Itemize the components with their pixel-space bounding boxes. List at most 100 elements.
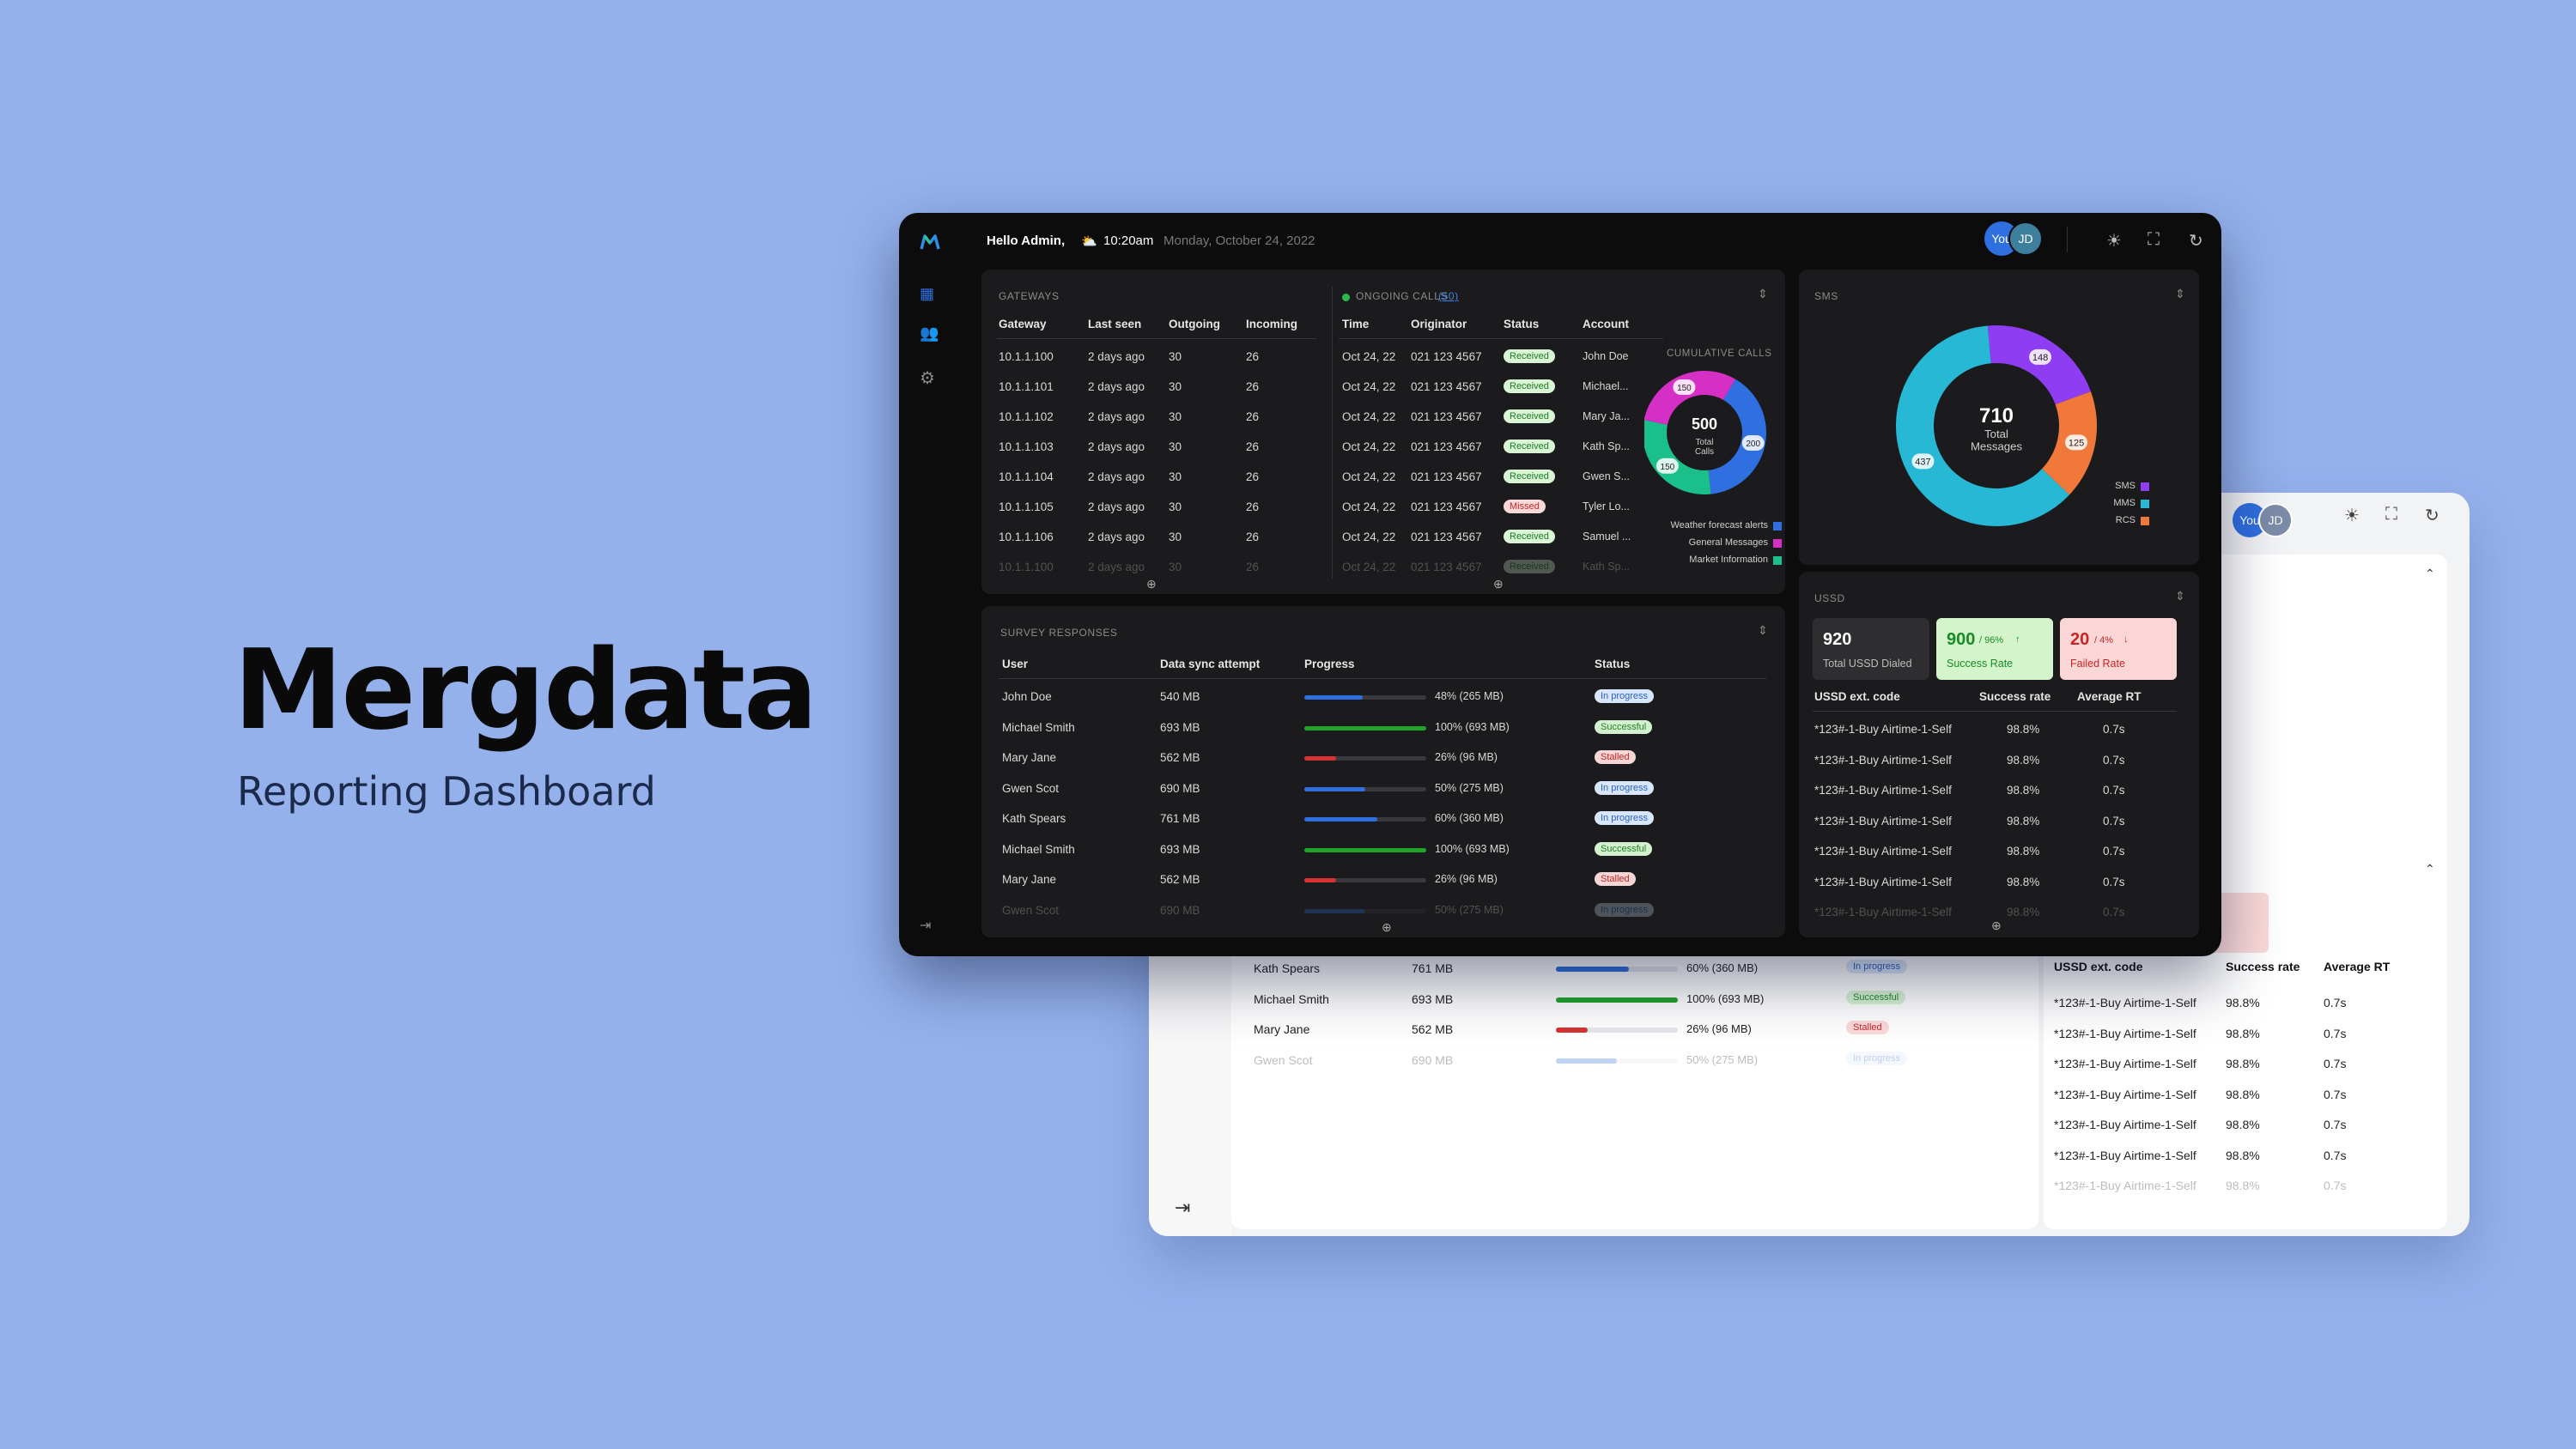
fullscreen-icon[interactable]: ⛶	[2148, 230, 2160, 250]
call-row[interactable]: Oct 24, 22 021 123 4567 Received Gwen S...	[981, 470, 1668, 496]
dashboard-icon[interactable]: ▦	[920, 285, 934, 303]
call-row[interactable]: Oct 24, 22 021 123 4567 Missed Tyler Lo...	[981, 500, 1668, 526]
light-survey-progress-bar	[1556, 997, 1678, 1003]
survey-row[interactable]: Kath Spears 761 MB 60% (360 MB) In progress	[981, 811, 1780, 838]
logout-icon[interactable]: ⇥	[920, 917, 931, 934]
ussd-row[interactable]: *123#-1-Buy Airtime-1-Self 98.8% 0.7s	[1799, 723, 2194, 749]
weather-icon: ⛅	[1081, 234, 1097, 249]
refresh-icon[interactable]: ↻	[2189, 230, 2203, 252]
gateways-column-header[interactable]: Outgoing	[1169, 318, 1220, 330]
ussd-cell: 0.7s	[2103, 845, 2125, 858]
calls-column-header[interactable]: Account	[1583, 318, 1629, 330]
ussd-column-header[interactable]: USSD ext. code	[1814, 690, 1900, 703]
survey-scroll-down-icon[interactable]: ⊕	[1382, 920, 1392, 935]
call-originator: 021 123 4567	[1411, 350, 1482, 363]
ussd-row[interactable]: *123#-1-Buy Airtime-1-Self 98.8% 0.7s	[1799, 815, 2194, 840]
theme-toggle-icon[interactable]: ☀	[2106, 230, 2122, 252]
light-survey-row[interactable]: Gwen Scot 690 MB 50% (275 MB) In progress	[1231, 1046, 2038, 1077]
avatar-jd[interactable]: JD	[2258, 503, 2293, 537]
survey-progress-fill	[1304, 786, 1365, 791]
survey-row[interactable]: Michael Smith 693 MB 100% (693 MB) Successf…	[981, 841, 1780, 869]
call-row[interactable]: Oct 24, 22 021 123 4567 Received John Doe	[981, 349, 1668, 376]
call-row[interactable]: Oct 24, 22 021 123 4567 Received Kath Sp...	[981, 440, 1668, 466]
ussd-header-divider	[1813, 711, 2177, 712]
gateways-column-header[interactable]: Incoming	[1246, 318, 1297, 330]
survey-label: SURVEY RESPONSES	[1000, 627, 1118, 639]
avatar-jd[interactable]: JD	[2008, 221, 2043, 256]
survey-row[interactable]: Mary Jane 562 MB 26% (96 MB) Stalled	[981, 750, 1780, 777]
survey-row[interactable]: Gwen Scot 690 MB 50% (275 MB) In progress	[981, 780, 1780, 808]
survey-column-header[interactable]: Data sync attempt	[1160, 658, 1260, 670]
refresh-icon[interactable]: ↻	[2425, 505, 2439, 526]
ussd-row[interactable]: *123#-1-Buy Airtime-1-Self 98.8% 0.7s	[1799, 845, 2194, 870]
ussd-cell: *123#-1-Buy Airtime-1-Self	[1814, 753, 1952, 767]
ussd-row[interactable]: *123#-1-Buy Airtime-1-Self 98.8% 0.7s	[1799, 754, 2194, 779]
light-ussd-row[interactable]: *123#-1-Buy Airtime-1-Self 98.8% 0.7s	[2044, 1142, 2447, 1173]
light-ussd-row[interactable]: *123#-1-Buy Airtime-1-Self 98.8% 0.7s	[2044, 1111, 2447, 1142]
mergdata-logo[interactable]	[920, 233, 940, 251]
light-ussd-row[interactable]: *123#-1-Buy Airtime-1-Self 98.8% 0.7s	[2044, 1050, 2447, 1081]
ussd-row[interactable]: *123#-1-Buy Airtime-1-Self 98.8% 0.7s	[1799, 876, 2194, 901]
call-account: Kath Sp...	[1583, 561, 1630, 573]
gateways-column-header[interactable]: Last seen	[1088, 318, 1141, 330]
survey-row[interactable]: Michael Smith 693 MB 100% (693 MB) Successf…	[981, 719, 1780, 747]
light-survey-size: 693 MB	[1412, 991, 1454, 1006]
calls-scroll-down-icon[interactable]: ⊕	[1493, 577, 1504, 591]
light-ussd-rt: 0.7s	[2324, 1026, 2347, 1040]
survey-progress-fill	[1304, 756, 1336, 761]
light-sort-icon[interactable]: ⌃	[2425, 567, 2435, 581]
settings-gear-icon[interactable]: ⚙	[920, 367, 935, 389]
calls-column-header[interactable]: Originator	[1411, 318, 1467, 330]
light-survey-user: Kath Spears	[1254, 961, 1321, 975]
light-ussd-row[interactable]: *123#-1-Buy Airtime-1-Self 98.8% 0.7s	[2044, 989, 2447, 1020]
survey-status-badge: In progress	[1595, 902, 1655, 917]
survey-progress-text: 50% (275 MB)	[1435, 781, 1504, 794]
survey-column-header[interactable]: Progress	[1304, 658, 1355, 670]
call-row[interactable]: Oct 24, 22 021 123 4567 Received Kath Sp...	[981, 560, 1668, 586]
survey-column-header[interactable]: User	[1002, 658, 1028, 670]
fullscreen-icon[interactable]: ⛶	[2385, 505, 2397, 524]
light-ussd-sort-icon[interactable]: ⌃	[2425, 862, 2435, 876]
gateways-column-header[interactable]: Gateway	[999, 318, 1047, 330]
ussd-column-header[interactable]: Average RT	[2077, 690, 2142, 703]
light-survey-row[interactable]: Kath Spears 761 MB 60% (360 MB) In progress	[1231, 955, 2038, 985]
survey-progress-text: 26% (96 MB)	[1435, 751, 1498, 763]
call-time: Oct 24, 22	[1342, 380, 1396, 393]
survey-progress-bar	[1304, 817, 1426, 822]
ussd-scroll-down-icon[interactable]: ⊕	[1991, 919, 2002, 933]
survey-user: Gwen Scot	[1002, 903, 1060, 917]
light-survey-progress-text: 50% (275 MB)	[1686, 1052, 1759, 1066]
light-survey-row[interactable]: Mary Jane 562 MB 26% (96 MB) Stalled	[1231, 1016, 2038, 1046]
calls-column-header[interactable]: Status	[1504, 318, 1539, 330]
survey-row[interactable]: Gwen Scot 690 MB 50% (275 MB) In progress	[981, 902, 1780, 930]
call-row[interactable]: Oct 24, 22 021 123 4567 Received Michael...	[981, 379, 1668, 406]
call-time: Oct 24, 22	[1342, 500, 1396, 513]
survey-status-badge: In progress	[1595, 780, 1655, 795]
survey-sort-icon[interactable]: ⇕	[1758, 623, 1768, 638]
survey-row[interactable]: John Doe 540 MB 48% (265 MB) In progress	[981, 689, 1780, 716]
survey-column-header[interactable]: Status	[1595, 658, 1630, 670]
light-ussd-row[interactable]: *123#-1-Buy Airtime-1-Self 98.8% 0.7s	[2044, 1081, 2447, 1112]
light-ussd-row[interactable]: *123#-1-Buy Airtime-1-Self 98.8% 0.7s	[2044, 1020, 2447, 1051]
ussd-row[interactable]: *123#-1-Buy Airtime-1-Self 98.8% 0.7s	[1799, 784, 2194, 809]
call-originator: 021 123 4567	[1411, 440, 1482, 453]
users-icon[interactable]: 👥	[920, 324, 939, 343]
ongoing-calls-count[interactable]: (50)	[1438, 290, 1459, 302]
donut-value-label: 148	[2032, 353, 2048, 363]
call-account: Mary Ja...	[1583, 410, 1630, 422]
calls-sort-icon[interactable]: ⇕	[1758, 287, 1768, 301]
sms-sort-icon[interactable]: ⇕	[2175, 287, 2185, 301]
light-ussd-row[interactable]: *123#-1-Buy Airtime-1-Self 98.8% 0.7s	[2044, 1172, 2447, 1203]
light-survey-status-badge: Stalled	[1846, 1021, 1889, 1034]
call-row[interactable]: Oct 24, 22 021 123 4567 Received Mary Ja...	[981, 409, 1668, 436]
calls-column-header[interactable]: Time	[1342, 318, 1369, 330]
ussd-cell: 0.7s	[2103, 906, 2125, 919]
ussd-column-header[interactable]: Success rate	[1979, 690, 2050, 703]
call-row[interactable]: Oct 24, 22 021 123 4567 Received Samuel ...	[981, 530, 1668, 556]
light-survey-row[interactable]: Michael Smith 693 MB 100% (693 MB) Successf…	[1231, 985, 2038, 1016]
theme-toggle-icon[interactable]: ☀	[2344, 505, 2360, 526]
logout-icon[interactable]: ⇥	[1175, 1197, 1190, 1219]
ussd-sort-icon[interactable]: ⇕	[2175, 589, 2185, 603]
call-status-badge: Received	[1504, 470, 1555, 483]
survey-row[interactable]: Mary Jane 562 MB 26% (96 MB) Stalled	[981, 872, 1780, 899]
